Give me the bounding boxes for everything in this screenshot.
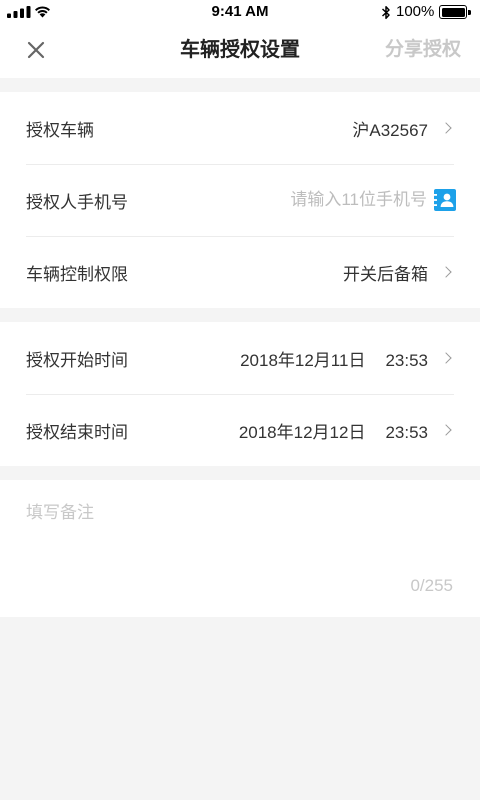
vehicle-row[interactable]: 授权车辆 沪A32567 [0,92,480,164]
remark-textarea[interactable] [26,502,454,568]
contacts-button[interactable] [434,189,456,211]
remark-section: 0/255 [0,480,480,617]
status-bar: 9:41 AM 100% [0,0,480,24]
permission-row[interactable]: 车辆控制权限 开关后备箱 [0,236,480,308]
chevron-right-icon [440,352,452,364]
nav-bar: 车辆授权设置 分享授权 [0,24,480,78]
chevron-right-icon [440,266,452,278]
end-clock-time: 23:53 [385,422,428,442]
end-time-label: 授权结束时间 [26,422,128,442]
chevron-right-icon [440,122,452,134]
battery-percent: 100% [396,3,435,20]
phone-label: 授权人手机号 [26,192,128,212]
remark-char-counter: 0/255 [410,576,453,595]
start-time-label: 授权开始时间 [26,350,128,370]
form-content: 授权车辆 沪A32567 授权人手机号 车辆控制权限 开关后备箱 [0,78,480,617]
battery-icon [439,5,467,19]
end-time-row[interactable]: 授权结束时间 2018年12月12日 23:53 [0,394,480,466]
end-date: 2018年12月12日 [238,422,366,442]
vehicle-value: 沪A32567 [352,120,428,140]
contacts-icon [434,189,456,211]
chevron-right-icon [440,424,452,436]
battery-fill [441,7,465,17]
start-date: 2018年12月11日 [240,350,366,370]
authorization-basic-group: 授权车辆 沪A32567 授权人手机号 车辆控制权限 开关后备箱 [0,92,480,308]
start-time-row[interactable]: 授权开始时间 2018年12月11日 23:53 [0,322,480,394]
permission-label: 车辆控制权限 [26,264,128,284]
bluetooth-icon [381,5,390,20]
permission-value: 开关后备箱 [343,264,428,284]
share-authorization-button[interactable]: 分享授权 [385,37,461,63]
start-clock-time: 23:53 [385,350,428,370]
end-time-value: 2018年12月12日 23:53 [239,418,428,443]
phone-input[interactable] [140,190,427,210]
phone-row: 授权人手机号 [0,164,480,236]
authorization-time-group: 授权开始时间 2018年12月11日 23:53 授权结束时间 2018年12月1… [0,322,480,466]
start-time-value: 2018年12月11日 23:53 [240,346,428,371]
battery-nub [468,9,471,15]
vehicle-label: 授权车辆 [26,120,94,140]
